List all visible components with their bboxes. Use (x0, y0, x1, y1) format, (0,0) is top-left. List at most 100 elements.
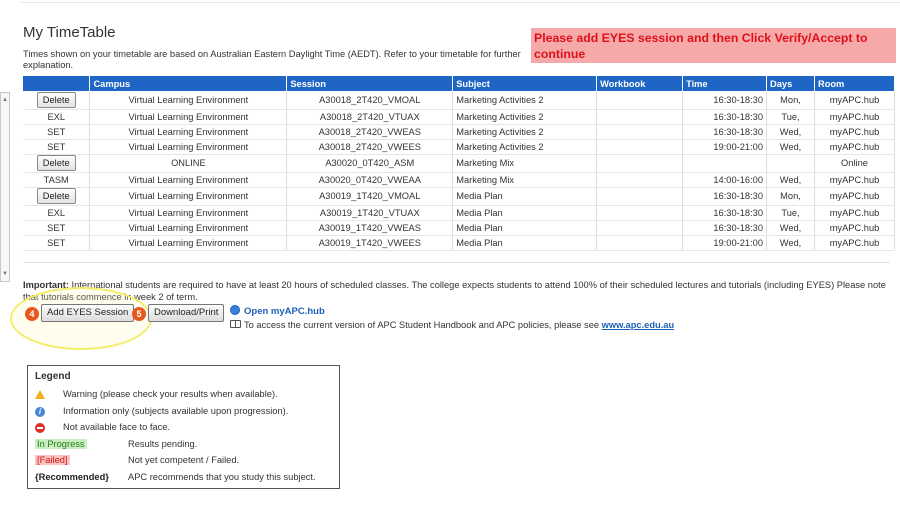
legend-warning-text: Warning (please check your results when … (63, 389, 278, 399)
cell-room: myAPC.hub (814, 172, 896, 188)
cell-days: Tue, (766, 205, 815, 221)
cell-days: Wed, (766, 235, 815, 251)
cell-type: SET (23, 235, 91, 251)
table-row: SET Virtual Learning Environment A30019_… (23, 220, 896, 236)
delete-button[interactable]: Delete (36, 155, 76, 171)
info-icon: i (35, 406, 45, 417)
cell-time: 19:00-21:00 (682, 235, 768, 251)
cell-subject: Media Plan (452, 220, 598, 236)
delete-button[interactable]: Delete (36, 188, 76, 204)
cell-session: A30018_2T420_VWEES (286, 139, 454, 155)
cell-time: 19:00-21:00 (682, 139, 768, 155)
legend-row-warning: Warning (please check your results when … (35, 386, 332, 403)
table-row: Delete Virtual Learning Environment A300… (23, 187, 896, 206)
cell-campus: Virtual Learning Environment (89, 235, 288, 251)
cell-workbook (596, 172, 684, 188)
col-header-subject: Subject (452, 76, 598, 91)
table-header-row: Campus Session Subject Workbook Time Day… (23, 76, 896, 91)
table-row: EXL Virtual Learning Environment A30019_… (23, 205, 896, 221)
in-progress-tag: In Progress (35, 438, 87, 449)
step-badge-4: 4 (25, 307, 39, 321)
cell-subject: Media Plan (452, 187, 598, 206)
delete-button[interactable]: Delete (36, 91, 76, 108)
cell-campus: ONLINE (89, 154, 288, 173)
cell-type: EXL (23, 109, 91, 125)
cell-room: Online (814, 154, 896, 173)
cell-campus: Virtual Learning Environment (89, 124, 288, 140)
scroll-up-icon[interactable]: ▲ (2, 97, 8, 103)
cell-workbook (596, 109, 684, 125)
cell-workbook (596, 139, 684, 155)
section-divider (23, 262, 890, 263)
legend-not-available-text: Not available face to face. (63, 422, 170, 432)
table-row: EXL Virtual Learning Environment A30018_… (23, 109, 896, 125)
important-note: Important: International students are re… (23, 279, 893, 303)
cell-campus: Virtual Learning Environment (89, 205, 288, 221)
col-header-action (23, 76, 91, 91)
failed-tag: [Failed] (35, 455, 70, 465)
table-row: SET Virtual Learning Environment A30018_… (23, 124, 896, 140)
cell-session: A30019_1T420_VTUAX (286, 205, 454, 221)
legend-info-text: Information only (subjects available upo… (63, 405, 289, 416)
table-row: Delete ONLINE A30020_0T420_ASM Marketing… (23, 154, 896, 173)
cell-workbook (596, 91, 684, 110)
cell-session: A30019_1T420_VWEES (286, 235, 454, 251)
scroll-down-icon[interactable]: ▼ (2, 271, 8, 277)
cell-room: myAPC.hub (814, 91, 896, 110)
verify-alert: Please add EYES session and then Click V… (531, 28, 896, 63)
cell-room: myAPC.hub (814, 124, 896, 140)
col-header-session: Session (286, 76, 454, 91)
cell-campus: Virtual Learning Environment (89, 139, 288, 155)
cell-room: myAPC.hub (814, 235, 896, 251)
cell-session: A30018_2T420_VTUAX (286, 109, 454, 125)
cell-time: 16:30-18:30 (682, 91, 768, 110)
cell-workbook (596, 154, 684, 173)
page-title: My TimeTable (23, 24, 116, 41)
cell-type: SET (23, 220, 91, 236)
cell-days: Wed, (766, 139, 815, 155)
legend-in-progress-text: Results pending. (128, 438, 198, 449)
table-row: TASM Virtual Learning Environment A30020… (23, 172, 896, 188)
open-myapc-label: Open myAPC.hub (244, 306, 325, 317)
cell-days (766, 154, 815, 173)
legend-row-in-progress: In Progress Results pending. (35, 436, 332, 453)
cell-type: SET (23, 139, 91, 155)
vertical-scrollbar[interactable]: ▲ ▼ (0, 92, 10, 282)
cell-workbook (596, 124, 684, 140)
cell-campus: Virtual Learning Environment (89, 187, 288, 206)
col-header-days: Days (766, 76, 815, 91)
cell-room: myAPC.hub (814, 187, 896, 206)
apc-website-link[interactable]: www.apc.edu.au (602, 320, 675, 330)
legend-row-recommended: {Recommended} APC recommends that you st… (35, 469, 332, 486)
cell-type: SET (23, 124, 91, 140)
cell-days: Mon, (766, 91, 815, 110)
cell-session: A30019_1T420_VWEAS (286, 220, 454, 236)
col-header-room: Room (814, 76, 896, 91)
legend-box: Legend Warning (please check your result… (27, 365, 340, 489)
cell-subject: Media Plan (452, 235, 598, 251)
open-myapc-link[interactable]: Open myAPC.hub (230, 305, 325, 317)
cell-room: myAPC.hub (814, 220, 896, 236)
download-print-button[interactable]: Download/Print (148, 304, 225, 322)
add-eyes-session-button[interactable]: Add EYES Session (41, 304, 135, 322)
book-icon (230, 320, 241, 328)
cell-session: A30018_2T420_VMOAL (286, 91, 454, 110)
legend-title: Legend (35, 371, 71, 382)
cell-room: myAPC.hub (814, 109, 896, 125)
cell-subject: Marketing Activities 2 (452, 139, 598, 155)
not-available-icon (35, 423, 45, 433)
legend-recommended-text: APC recommends that you study this subje… (128, 471, 316, 482)
cell-time: 16:30-18:30 (682, 124, 768, 140)
cell-subject: Marketing Mix (452, 154, 598, 173)
important-text: International students are required to h… (23, 280, 886, 302)
cell-days: Wed, (766, 124, 815, 140)
cell-session: A30018_2T420_VWEAS (286, 124, 454, 140)
cell-time: 16:30-18:30 (682, 205, 768, 221)
cell-session: A30020_0T420_ASM (286, 154, 454, 173)
cell-time: 14:00-16:00 (682, 172, 768, 188)
cell-time (682, 154, 768, 173)
cell-type: TASM (23, 172, 91, 188)
cell-days: Tue, (766, 109, 815, 125)
cell-days: Mon, (766, 187, 815, 206)
cell-subject: Marketing Activities 2 (452, 91, 598, 110)
